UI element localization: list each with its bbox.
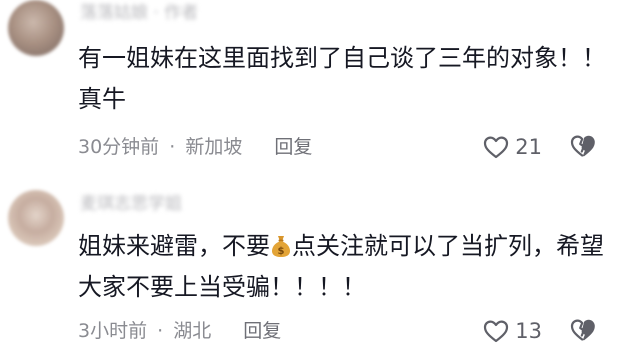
comment-location: 新加坡 [185, 136, 243, 158]
like-button[interactable]: 13 [483, 316, 542, 346]
reply-button[interactable]: 回复 [243, 317, 281, 345]
comment-text-part: 有一姐妹在这里面找到了自己谈了三年的对象！！真牛 [78, 44, 606, 113]
avatar[interactable] [8, 0, 64, 56]
comment-username[interactable]: 落落姑娘 · 作者 [80, 3, 198, 23]
comment-time: 30分钟前 [78, 136, 160, 158]
comment-text: 姐妹来避雷，不要 $ 点关注就可以了当扩列，希望大家不要上当受骗！！！！ [78, 226, 608, 308]
comment-time: 3小时前 [78, 320, 148, 342]
money-bag-emoji: $ [272, 236, 290, 257]
comment-username[interactable]: 麦琪志思学姐 [80, 194, 182, 214]
heart-outline-icon [484, 320, 509, 343]
meta-separator: · [157, 320, 164, 342]
comment-text-part: 姐妹来避雷，不要 [78, 232, 270, 260]
like-button[interactable]: 21 [483, 132, 542, 162]
comment-text: 有一姐妹在这里面找到了自己谈了三年的对象！！真牛 [78, 38, 608, 120]
avatar[interactable] [8, 190, 64, 246]
broken-heart-icon[interactable] [570, 133, 596, 159]
comment-item: 落落姑娘 · 作者 有一姐妹在这里面找到了自己谈了三年的对象！！真牛 30分钟前… [0, 0, 628, 180]
svg-text:$: $ [278, 246, 285, 257]
comment-meta: 30分钟前 · 新加坡 回复 [78, 133, 312, 161]
comment-item: 麦琪志思学姐 姐妹来避雷，不要 $ 点关注就可以了当扩列，希望大家不要上当受骗！！！… [0, 180, 628, 359]
reply-button[interactable]: 回复 [274, 133, 312, 161]
like-count: 21 [515, 135, 542, 159]
like-count: 13 [515, 319, 542, 343]
heart-outline-icon [484, 136, 509, 159]
comment-location: 湖北 [173, 320, 212, 342]
meta-separator: · [169, 136, 176, 158]
comment-meta: 3小时前 · 湖北 回复 [78, 317, 281, 345]
broken-heart-icon[interactable] [570, 317, 596, 343]
